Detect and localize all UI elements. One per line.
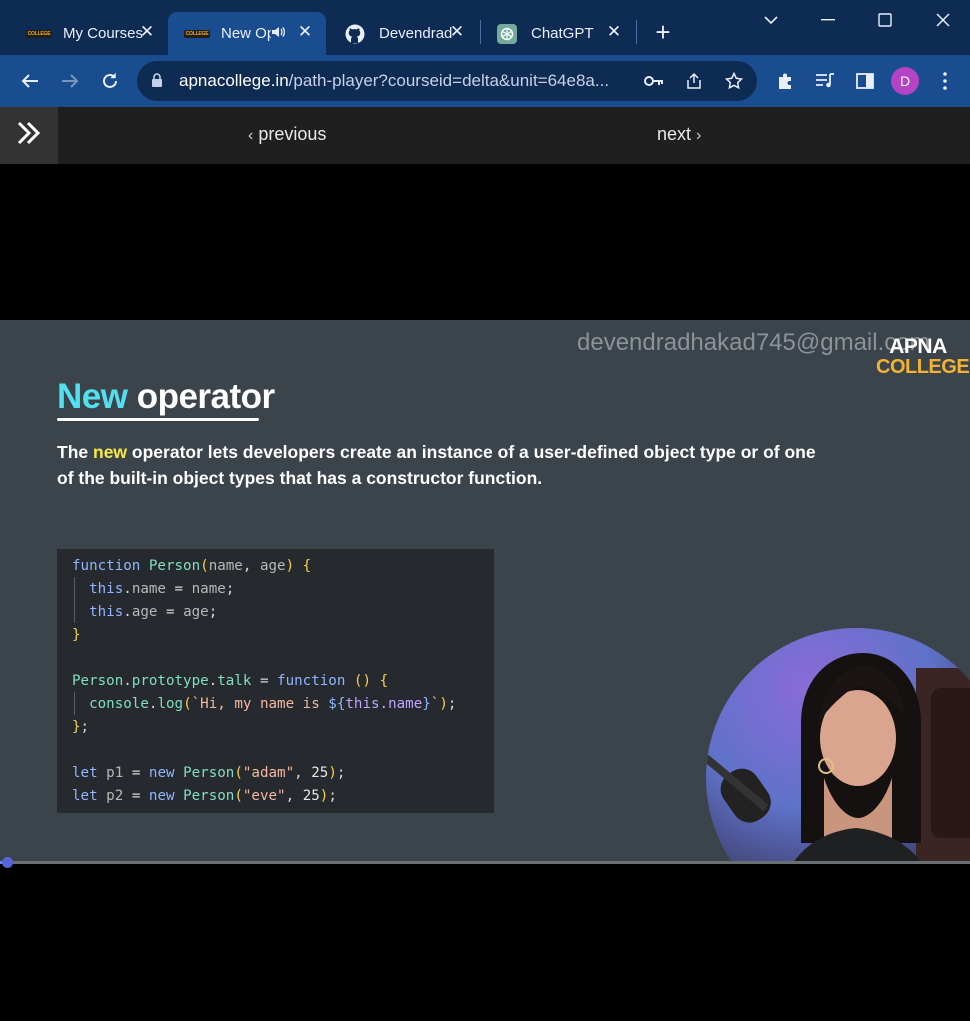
url-text[interactable]: apnacollege.in/path-player?courseid=delt…	[179, 71, 609, 91]
profile-avatar[interactable]: D	[891, 67, 919, 95]
code-line: this.name = name;	[89, 581, 235, 597]
key-icon[interactable]	[643, 70, 665, 92]
url-path: /path-player?courseid=delta&unit=64e8a..…	[288, 71, 610, 90]
more-menu-icon[interactable]	[931, 67, 959, 95]
code-line: this.age = age;	[89, 604, 218, 620]
next-label: next	[657, 124, 692, 144]
address-bar[interactable]: apnacollege.in/path-player?courseid=delt…	[137, 61, 757, 101]
close-icon[interactable]: ✕	[138, 22, 156, 41]
share-icon[interactable]	[683, 70, 705, 92]
chatgpt-icon	[496, 23, 518, 44]
tab-new-operator[interactable]: COLLEGE New Op ✕	[168, 12, 326, 55]
browser-toolbar: apnacollege.in/path-player?courseid=delt…	[0, 55, 970, 107]
back-arrow-icon[interactable]	[16, 67, 44, 95]
url-host: apnacollege.in	[179, 71, 289, 90]
video-player[interactable]: devendradhakad745@gmail.com APNA COLLEGE…	[0, 164, 970, 1021]
tab-github[interactable]: Devendrad ✕	[326, 12, 478, 55]
close-icon[interactable]: ✕	[296, 22, 314, 41]
close-icon[interactable]: ✕	[448, 22, 466, 41]
keyword-new: new	[93, 442, 128, 462]
lock-icon[interactable]	[151, 72, 163, 93]
code-line: let p2 = new Person("eve", 25);	[72, 788, 337, 804]
close-icon[interactable]: ✕	[605, 22, 623, 41]
media-queue-icon[interactable]	[811, 67, 839, 95]
previous-label: previous	[258, 124, 327, 144]
forward-arrow-icon[interactable]	[56, 67, 84, 95]
apna-college-favicon: COLLEGE	[183, 29, 211, 38]
code-line: console.log(`Hi, my name is ${this.name}…	[89, 696, 457, 712]
window-close-icon[interactable]	[929, 10, 957, 30]
code-line: }	[72, 627, 81, 643]
video-progress-bar[interactable]	[0, 861, 970, 864]
speaker-icon[interactable]	[270, 24, 286, 44]
code-line: function Person(name, age) {	[72, 558, 312, 574]
slide-description: The new operator lets developers create …	[57, 442, 816, 488]
title-rest: operator	[136, 377, 275, 416]
tab-my-courses[interactable]: COLLEGE My Courses ✕	[10, 12, 168, 55]
slide-title: New operator	[57, 377, 275, 417]
minimize-icon[interactable]	[814, 10, 842, 30]
chevron-left-icon: ‹	[248, 127, 254, 144]
code-block: function Person(name, age) { this.name =…	[57, 549, 494, 813]
course-player-nav: ‹ previous next ›	[0, 107, 970, 164]
chevron-right-icon: ›	[696, 127, 702, 144]
bookmark-star-icon[interactable]	[723, 70, 745, 92]
code-line: };	[72, 719, 90, 735]
tab-strip: COLLEGE My Courses ✕ COLLEGE New Op ✕ De…	[0, 0, 970, 55]
apna-college-favicon: COLLEGE	[25, 29, 53, 38]
side-panel-icon[interactable]	[851, 67, 879, 95]
apna-college-logo: APNA COLLEGE	[876, 335, 970, 378]
tab-title: New Op	[221, 25, 271, 42]
code-line: Person.prototype.talk = function () {	[72, 673, 389, 689]
progress-scrubber-handle[interactable]	[2, 857, 13, 868]
github-icon	[344, 24, 366, 43]
tab-title: ChatGPT	[531, 25, 594, 42]
tab-title: My Courses	[63, 25, 144, 42]
lecture-slide: devendradhakad745@gmail.com APNA COLLEGE…	[0, 320, 970, 862]
tab-chatgpt[interactable]: ChatGPT ✕	[478, 12, 635, 55]
tab-search-chevron-icon[interactable]	[757, 10, 785, 30]
next-button[interactable]: next ›	[657, 124, 701, 145]
new-tab-plus-icon[interactable]: +	[652, 19, 674, 45]
double-chevron-right-icon	[16, 121, 42, 150]
extensions-puzzle-icon[interactable]	[771, 67, 799, 95]
sidebar-toggle-button[interactable]	[0, 107, 58, 164]
title-underline	[57, 418, 259, 421]
reload-icon[interactable]	[96, 67, 124, 95]
tab-separator	[636, 20, 637, 44]
maximize-icon[interactable]	[871, 10, 899, 30]
previous-button[interactable]: ‹ previous	[248, 124, 326, 145]
code-line: let p1 = new Person("adam", 25);	[72, 765, 346, 781]
title-highlight: New	[57, 377, 128, 416]
instructor-webcam	[706, 628, 970, 862]
tab-title: Devendrad	[379, 25, 453, 42]
